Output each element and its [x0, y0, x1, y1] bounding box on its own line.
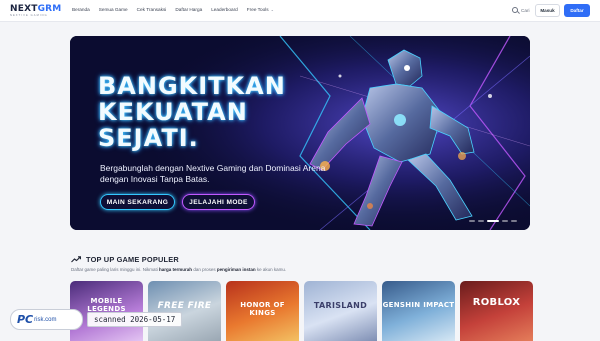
- game-card-roblox[interactable]: ROBLOX: [460, 281, 533, 341]
- game-card-honor-of-kings[interactable]: HONOR OF KINGS: [226, 281, 299, 341]
- hero-banner[interactable]: BANGKITKAN KEKUATAN SEJATI. Bergabunglah…: [70, 36, 530, 230]
- nav-item-free-tools[interactable]: Free Tools ⌄: [247, 7, 274, 12]
- game-card-tarisland[interactable]: TARISLAND: [304, 281, 377, 341]
- nav-item-daftar-harga[interactable]: Daftar Harga: [175, 7, 202, 12]
- hero-headline-line-2: KEKUATAN: [98, 98, 248, 126]
- section-title: TOP UP GAME POPULER: [86, 255, 179, 264]
- pcrisk-logo-domain: risk.com: [34, 316, 57, 323]
- brand-logo[interactable]: NEXTGRM NEXTIVE GAMING: [10, 4, 61, 18]
- nav-item-beranda[interactable]: Beranda: [72, 7, 90, 12]
- brand-tagline: NEXTIVE GAMING: [10, 14, 48, 17]
- section-description: Daftar game paling laris minggu ini. Nik…: [71, 267, 287, 272]
- register-button[interactable]: Daftar: [564, 4, 590, 17]
- search-button[interactable]: Cari: [512, 7, 530, 13]
- login-button[interactable]: Masuk: [535, 4, 560, 17]
- search-icon: [512, 7, 518, 13]
- carousel-indicators: [469, 220, 517, 222]
- game-card-title: ROBLOX: [472, 297, 521, 308]
- brand-name-part1: NEXT: [10, 4, 38, 14]
- chevron-down-icon: ⌄: [270, 7, 274, 12]
- explore-mode-button[interactable]: JELAJAHI MODE: [182, 194, 255, 210]
- brand-name-part2: GRM: [37, 4, 62, 14]
- carousel-dot[interactable]: [502, 220, 508, 222]
- hero-headline-line-3: SEJATI.: [98, 124, 199, 152]
- play-now-button[interactable]: MAIN SEKARANG: [100, 194, 175, 210]
- trending-up-icon: [71, 256, 81, 263]
- carousel-dot[interactable]: [478, 220, 484, 222]
- hero-subtitle: Bergabunglah dengan Nextive Gaming dan D…: [100, 163, 326, 184]
- game-card-title: HONOR OF KINGS: [240, 301, 285, 317]
- section-heading: TOP UP GAME POPULER: [71, 255, 179, 264]
- nav-item-semua-game[interactable]: Semua Game: [99, 7, 128, 12]
- search-label: Cari: [521, 7, 530, 13]
- scan-date-stamp: scanned 2026-05-17: [87, 312, 183, 327]
- top-navbar: NEXTGRM NEXTIVE GAMING Beranda Semua Gam…: [0, 0, 600, 22]
- main-nav: Beranda Semua Game Cek Transaksi Daftar …: [72, 7, 274, 12]
- pcrisk-logo: PC risk.com: [10, 309, 83, 330]
- game-card-genshin-impact[interactable]: GENSHIN IMPACT: [382, 281, 455, 341]
- watermark-overlay: PC risk.com scanned 2026-05-17: [10, 309, 183, 330]
- nav-item-leaderboard[interactable]: Leaderboard: [211, 7, 238, 12]
- pcrisk-logo-pc: PC: [17, 313, 34, 326]
- game-card-title: TARISLAND: [313, 301, 368, 310]
- carousel-dot[interactable]: [511, 220, 517, 222]
- carousel-dot[interactable]: [469, 220, 475, 222]
- nav-item-cek-transaksi[interactable]: Cek Transaksi: [137, 7, 167, 12]
- carousel-dot-active[interactable]: [487, 220, 499, 222]
- game-card-title: GENSHIN IMPACT: [382, 301, 455, 309]
- hero-headline-line-1: BANGKITKAN: [98, 72, 286, 100]
